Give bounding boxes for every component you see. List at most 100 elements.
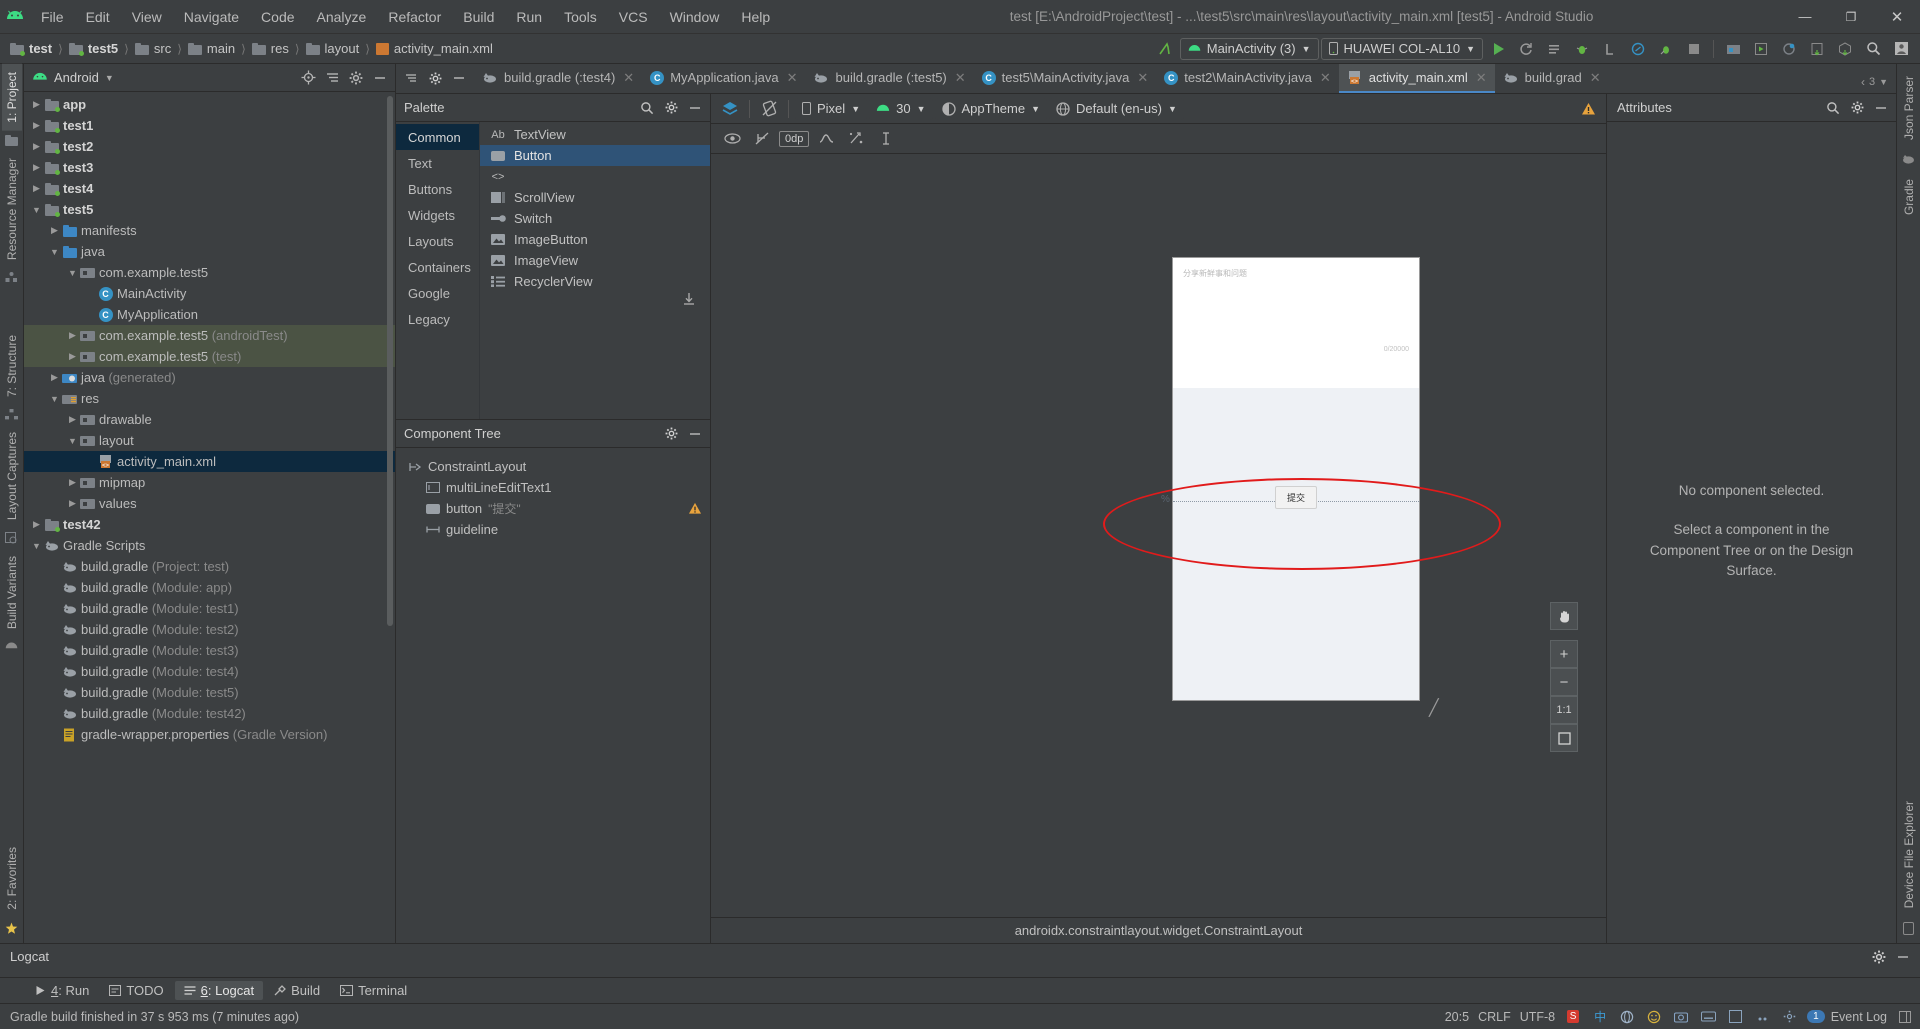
palette-item-scrollview[interactable]: ScrollView <box>480 187 710 208</box>
attributes-search-icon[interactable] <box>1822 97 1844 119</box>
menu-vcs[interactable]: VCS <box>608 6 659 28</box>
project-tree-row[interactable]: build.gradle (Module: test1) <box>24 598 395 619</box>
project-tree-row[interactable]: ▶ values <box>24 493 395 514</box>
project-tree-row[interactable]: build.gradle (Module: test2) <box>24 619 395 640</box>
chevron-right-icon[interactable]: ▶ <box>30 183 43 194</box>
device-selector[interactable]: HUAWEI COL-AL10 ▼ <box>1320 37 1483 60</box>
chevron-down-icon[interactable]: ▼ <box>30 541 43 551</box>
clear-constraints-icon[interactable] <box>813 127 839 151</box>
apply-changes-icon[interactable] <box>1513 37 1539 61</box>
warning-triangle-icon[interactable] <box>688 502 702 515</box>
close-button[interactable]: ✕ <box>1874 0 1920 34</box>
rail-tab-project[interactable]: 1: Project <box>1 64 22 131</box>
rail-tab-json-parser[interactable]: Json Parser <box>1899 68 1919 148</box>
status-bar-hide-icon[interactable] <box>1896 1008 1914 1026</box>
rail-tab-device-file-explorer[interactable]: Device File Explorer <box>1899 793 1919 916</box>
file-encoding-indicator[interactable]: UTF-8 <box>1520 1010 1555 1024</box>
project-tree-row[interactable]: ▶ test4 <box>24 178 395 199</box>
rail-tab-build-variants[interactable]: Build Variants <box>2 548 22 637</box>
chevron-right-icon[interactable]: ▶ <box>48 225 61 236</box>
project-tree-row[interactable]: ▼ com.example.test5 <box>24 262 395 283</box>
menu-tools[interactable]: Tools <box>553 6 608 28</box>
component-tree-node[interactable]: button "提交" <box>396 498 710 519</box>
project-tree-row[interactable]: ▼ java <box>24 241 395 262</box>
palette-hide-icon[interactable] <box>684 97 706 119</box>
project-tree-row[interactable]: ▶ java (generated) <box>24 367 395 388</box>
close-icon[interactable]: ✕ <box>623 70 634 86</box>
stop-button[interactable] <box>1681 37 1707 61</box>
palette-search-icon[interactable] <box>636 97 658 119</box>
chevron-right-icon[interactable]: ▶ <box>30 99 43 110</box>
run-configuration-selector[interactable]: MainActivity (3) ▼ <box>1179 37 1319 60</box>
menu-navigate[interactable]: Navigate <box>173 6 250 28</box>
settings-gear-icon[interactable] <box>345 67 367 89</box>
component-tree-node[interactable]: ConstraintLayout <box>396 456 710 477</box>
component-tree-node[interactable]: guideline <box>396 519 710 540</box>
zoom-fit-button[interactable] <box>1550 724 1578 752</box>
tray-sogou-icon[interactable]: S <box>1564 1008 1582 1026</box>
menu-window[interactable]: Window <box>659 6 731 28</box>
guideline-add-icon[interactable] <box>873 127 899 151</box>
palette-item-imagebutton[interactable]: ImageButton <box>480 229 710 250</box>
avd-manager-icon[interactable] <box>1748 37 1774 61</box>
preview-edittext-area[interactable]: 分享新鲜事和问题 0/20000 <box>1173 258 1419 388</box>
logcat-hide-icon[interactable] <box>1892 946 1914 968</box>
resize-handle-icon[interactable]: ╱ <box>1429 698 1439 718</box>
bottom-tab-terminal[interactable]: Terminal <box>331 981 416 1000</box>
palette-item-textview[interactable]: Ab TextView <box>480 124 710 145</box>
palette-group-layouts[interactable]: Layouts <box>396 228 479 254</box>
device-preview-selector[interactable]: Pixel ▼ <box>795 97 868 120</box>
chevron-down-icon[interactable]: ▼ <box>48 247 61 257</box>
line-separator-indicator[interactable]: CRLF <box>1478 1010 1511 1024</box>
apk-analyzer-icon[interactable] <box>1832 37 1858 61</box>
project-tree-row[interactable]: ▶ manifests <box>24 220 395 241</box>
project-tree[interactable]: ▶ app ▶ test1 ▶ test2 ▶ test3 ▶ test4 ▼ test5 ▶ manif… <box>24 92 395 943</box>
chevron-right-icon[interactable]: ▶ <box>48 372 61 383</box>
project-tree-row[interactable]: ▶ app <box>24 94 395 115</box>
palette-group-text[interactable]: Text <box>396 150 479 176</box>
sdk-manager-icon[interactable] <box>1720 37 1746 61</box>
palette-group-widgets[interactable]: Widgets <box>396 202 479 228</box>
zoom-in-button[interactable]: + <box>1550 640 1578 668</box>
close-icon[interactable]: ✕ <box>955 70 966 86</box>
project-tree-row[interactable]: ▼ Gradle Scripts <box>24 535 395 556</box>
editor-tab[interactable]: build.gradle (:test4) ✕ <box>474 64 642 93</box>
minimize-button[interactable]: — <box>1782 0 1828 34</box>
attributes-hide-icon[interactable] <box>1870 97 1892 119</box>
component-tree-hide-icon[interactable] <box>684 423 706 445</box>
pan-tool-button[interactable] <box>1550 602 1578 630</box>
caret-position[interactable]: 20:5 <box>1445 1010 1469 1024</box>
infer-constraints-icon[interactable] <box>843 127 869 151</box>
tray-punctuation-icon[interactable] <box>1753 1008 1771 1026</box>
editor-tab[interactable]: Ctest5\MainActivity.java ✕ <box>974 64 1157 93</box>
ime-lang-icon[interactable]: 中 <box>1591 1008 1609 1026</box>
project-tree-row[interactable]: C MainActivity <box>24 283 395 304</box>
hide-panel-icon[interactable] <box>369 67 391 89</box>
project-tree-row[interactable]: ▶ test3 <box>24 157 395 178</box>
orientation-rotate-icon[interactable] <box>756 97 782 121</box>
download-icon[interactable] <box>682 292 696 306</box>
zoom-ratio-button[interactable]: 1:1 <box>1550 696 1578 724</box>
chevron-right-icon[interactable]: ▶ <box>30 120 43 131</box>
palette-group-common[interactable]: Common <box>396 124 479 150</box>
attributes-gear-icon[interactable] <box>1846 97 1868 119</box>
tab-settings-gear-icon[interactable] <box>424 67 446 89</box>
run-button[interactable] <box>1485 37 1511 61</box>
bottom-tab-logcat[interactable]: 6: Logcat <box>174 981 264 1000</box>
chevron-right-icon[interactable]: ▶ <box>66 351 79 362</box>
maximize-button[interactable]: ❐ <box>1828 0 1874 34</box>
chevron-down-icon[interactable]: ▼ <box>66 436 79 446</box>
collapse-tabs-icon[interactable] <box>400 67 422 89</box>
close-icon[interactable]: ✕ <box>1476 70 1487 86</box>
warning-triangle-icon[interactable] <box>1581 102 1596 116</box>
palette-item-recyclerview[interactable]: RecyclerView <box>480 271 710 292</box>
palette-settings-gear-icon[interactable] <box>660 97 682 119</box>
editor-tab[interactable]: build.grad ✕ <box>1495 64 1609 93</box>
zoom-out-button[interactable]: − <box>1550 668 1578 696</box>
chevron-down-icon[interactable]: ▼ <box>48 394 61 404</box>
editor-tab[interactable]: Ctest2\MainActivity.java ✕ <box>1156 64 1339 93</box>
component-tree-gear-icon[interactable] <box>660 423 682 445</box>
chevron-down-icon[interactable]: ▼ <box>105 73 114 83</box>
design-mode-layers-icon[interactable] <box>717 97 743 121</box>
bottom-tab-run[interactable]: 4: Run <box>26 981 98 1000</box>
